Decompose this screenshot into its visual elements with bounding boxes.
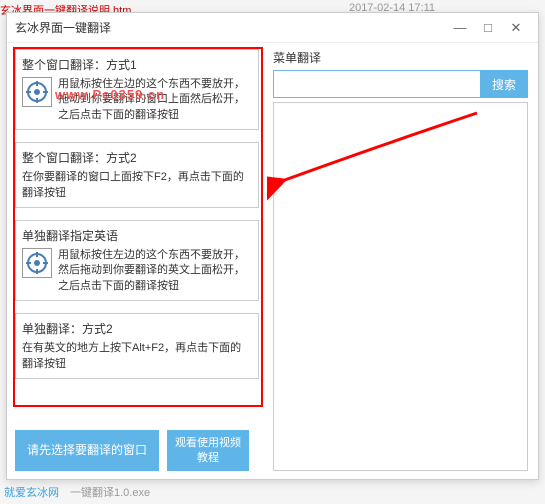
- footer-link[interactable]: 就爱玄冰网: [4, 484, 59, 500]
- method-desc: 用鼠标按住左边的这个东西不要放开，然后拖动到你要翻译的英文上面松开，之后点击下面…: [58, 248, 252, 294]
- search-input[interactable]: [273, 70, 480, 98]
- select-window-button[interactable]: 请先选择要翻译的窗口: [15, 430, 159, 471]
- drag-target-icon[interactable]: [22, 248, 52, 278]
- method-title: 整个窗口翻译：方式1: [22, 56, 252, 73]
- url-watermark: www.Pc0359.cn: [55, 87, 165, 102]
- watch-video-button[interactable]: 观看使用视频 教程: [167, 430, 249, 471]
- footer-exe: 一键翻译1.0.exe: [70, 484, 150, 500]
- method-block-4: 单独翻译：方式2 在有英文的地方上按下Alt+F2，再点击下面的翻译按钮: [15, 313, 259, 379]
- menu-translate-label: 菜单翻译: [273, 49, 528, 66]
- window-title: 玄冰界面一键翻译: [15, 19, 446, 36]
- main-window: 玄冰界面一键翻译 — □ ✕ www.Pc0359.cn 整个窗口翻译：方式1 用…: [6, 12, 539, 480]
- titlebar: 玄冰界面一键翻译 — □ ✕: [7, 13, 538, 43]
- method-block-2: 整个窗口翻译：方式2 在你要翻译的窗口上面按下F2，再点击下面的翻译按钮: [15, 142, 259, 208]
- method-block-3: 单独翻译指定英语用鼠标按住左边的这个东西不要放开，然后拖动到你要翻译的英文上面松…: [15, 220, 259, 301]
- right-panel: 菜单翻译 搜索: [267, 43, 538, 479]
- maximize-button[interactable]: □: [474, 17, 502, 39]
- method-desc: 在你要翻译的窗口上面按下F2，再点击下面的翻译按钮: [22, 170, 252, 201]
- minimize-button[interactable]: —: [446, 17, 474, 39]
- method-title: 单独翻译：方式2: [22, 320, 252, 337]
- drag-target-icon[interactable]: [22, 77, 52, 107]
- method-title: 整个窗口翻译：方式2: [22, 149, 252, 166]
- result-area[interactable]: [273, 102, 528, 471]
- method-desc: 在有英文的地方上按下Alt+F2，再点击下面的翻译按钮: [22, 341, 252, 372]
- left-panel: www.Pc0359.cn 整个窗口翻译：方式1 用鼠标按住左边的这个东西不要放开…: [7, 43, 267, 479]
- method-title: 单独翻译指定英语: [22, 227, 252, 244]
- search-button[interactable]: 搜索: [480, 70, 528, 98]
- close-button[interactable]: ✕: [502, 17, 530, 39]
